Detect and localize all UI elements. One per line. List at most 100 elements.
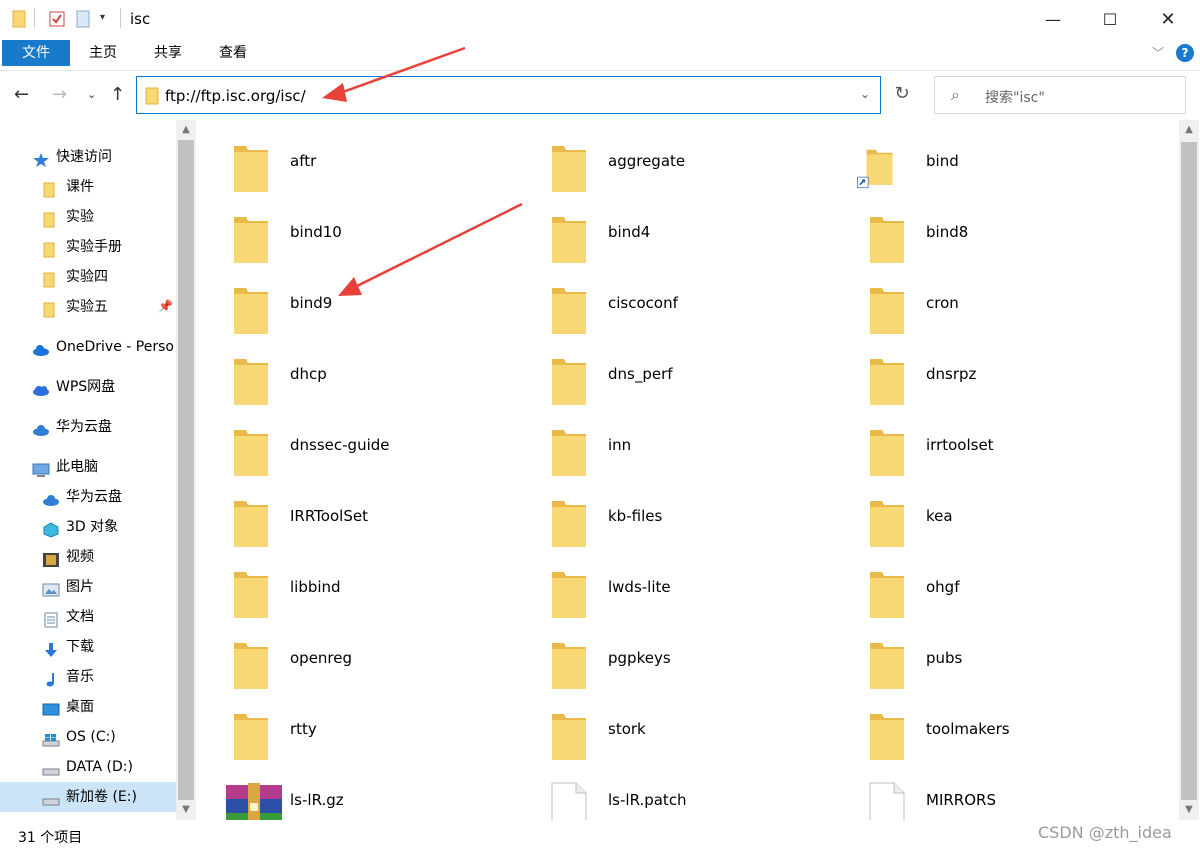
maximize-icon: ☐ xyxy=(1102,9,1118,29)
file-item-ls-lr-gz[interactable]: ls-lR.gz xyxy=(200,769,500,820)
file-name: kb-files xyxy=(608,507,663,525)
forward-button[interactable]: → xyxy=(52,84,67,105)
scroll-down-arrow-icon[interactable]: ▼ xyxy=(176,800,196,820)
folder-icon xyxy=(550,639,588,691)
folder-icon xyxy=(42,179,60,198)
sidebar-item-lab-manual[interactable]: 实验手册 xyxy=(42,232,172,262)
sidebar-item-courseware[interactable]: 课件 xyxy=(42,172,172,202)
file-item-ls-lr-patch[interactable]: ls-lR.patch xyxy=(518,769,818,820)
navigation-pane: 快速访问 课件 📌 实验 实验手册 实验四 实验五 OneDrive - Per… xyxy=(0,120,196,820)
sidebar-item-this-pc[interactable]: 此电脑 xyxy=(32,452,172,482)
address-bar[interactable]: ftp://ftp.isc.org/isc/ ⌄ xyxy=(136,76,881,114)
file-item-aftr[interactable]: aftr xyxy=(200,130,500,194)
file-item-bind8[interactable]: bind8 xyxy=(836,201,1136,265)
sidebar-item-experiment-4[interactable]: 实验四 xyxy=(42,262,172,292)
search-box[interactable]: ⌕ 搜索"isc" xyxy=(934,76,1186,114)
sidebar-item-experiment-5[interactable]: 实验五 xyxy=(42,292,172,322)
file-item-lwds-lite[interactable]: lwds-lite xyxy=(518,556,818,620)
file-item-libbind[interactable]: libbind xyxy=(200,556,500,620)
recent-locations-button[interactable]: ⌄ xyxy=(87,88,96,101)
search-input[interactable]: 搜索"isc" xyxy=(985,87,1045,107)
help-icon[interactable]: ? xyxy=(1176,44,1194,62)
sidebar-item-desktop[interactable]: 桌面 xyxy=(42,692,172,722)
cloud-icon xyxy=(32,339,50,356)
properties-icon[interactable] xyxy=(48,10,66,32)
file-item-dnsrpz[interactable]: dnsrpz xyxy=(836,343,1136,407)
folder-icon xyxy=(232,284,270,336)
file-name: toolmakers xyxy=(926,720,1010,738)
file-item-irrtoolset[interactable]: irrtoolset xyxy=(836,414,1136,478)
sidebar-item-huawei-cloud-pc[interactable]: 华为云盘 xyxy=(42,482,172,512)
scroll-up-arrow-icon[interactable]: ▲ xyxy=(176,120,196,140)
file-name: bind10 xyxy=(290,223,342,241)
file-item-openreg[interactable]: openreg xyxy=(200,627,500,691)
scroll-up-arrow-icon[interactable]: ▲ xyxy=(1179,120,1199,140)
sidebar-item-label: WPS网盘 xyxy=(56,379,116,395)
file-item-pubs[interactable]: pubs xyxy=(836,627,1136,691)
sidebar-item-wps[interactable]: WPS网盘 xyxy=(32,372,172,402)
maximize-button[interactable]: ☐ xyxy=(1087,0,1133,38)
sidebar-item-videos[interactable]: 视频 xyxy=(42,542,172,572)
sidebar-item-downloads[interactable]: 下载 xyxy=(42,632,172,662)
sidebar-item-drive-c[interactable]: OS (C:) xyxy=(42,722,172,752)
file-item-ohgf[interactable]: ohgf xyxy=(836,556,1136,620)
file-item-bind[interactable]: bind xyxy=(836,130,1136,194)
address-path[interactable]: ftp://ftp.isc.org/isc/ xyxy=(165,87,306,105)
cube-icon xyxy=(42,519,60,538)
sidebar-item-onedrive[interactable]: OneDrive - Perso xyxy=(32,332,176,362)
sidebar-item-experiment[interactable]: 实验 xyxy=(42,202,172,232)
sidebar-item-music[interactable]: 音乐 xyxy=(42,662,172,692)
scroll-down-arrow-icon[interactable]: ▼ xyxy=(1179,800,1199,820)
sidebar-scrollbar[interactable]: ▲ ▼ xyxy=(176,120,196,820)
file-item-bind4[interactable]: bind4 xyxy=(518,201,818,265)
sidebar-item-pictures[interactable]: 图片 xyxy=(42,572,172,602)
file-item-rtty[interactable]: rtty xyxy=(200,698,500,762)
file-item-dnssec-guide[interactable]: dnssec-guide xyxy=(200,414,500,478)
file-icon xyxy=(868,781,906,820)
file-item-mirrors[interactable]: MIRRORS xyxy=(836,769,1136,820)
minimize-button[interactable]: — xyxy=(1030,0,1076,38)
sidebar-item-label: 音乐 xyxy=(66,669,94,685)
content-scrollbar[interactable]: ▲ ▼ xyxy=(1179,120,1199,820)
up-button[interactable]: ↑ xyxy=(110,84,125,105)
file-item-stork[interactable]: stork xyxy=(518,698,818,762)
file-item-pgpkeys[interactable]: pgpkeys xyxy=(518,627,818,691)
back-button[interactable]: ← xyxy=(14,84,29,105)
sidebar-item-label: 华为云盘 xyxy=(56,419,112,435)
sidebar-item-3d-objects[interactable]: 3D 对象 xyxy=(42,512,172,542)
sidebar-item-quick-access[interactable]: 快速访问 xyxy=(32,142,172,172)
customize-toolbar-icon[interactable]: ▾ xyxy=(100,12,105,23)
expand-ribbon-icon[interactable]: ﹀ xyxy=(1152,44,1164,61)
document-icon xyxy=(42,609,60,628)
refresh-button[interactable]: ↻ xyxy=(887,79,917,109)
file-name: kea xyxy=(926,507,953,525)
file-item-dns-perf[interactable]: dns_perf xyxy=(518,343,818,407)
file-item-ciscoconf[interactable]: ciscoconf xyxy=(518,272,818,336)
scrollbar-thumb[interactable] xyxy=(1181,142,1197,800)
sidebar-item-drive-e[interactable]: 新加卷 (E:) xyxy=(0,782,176,812)
folder-icon xyxy=(868,568,906,620)
tab-share[interactable]: 共享 xyxy=(143,40,193,66)
close-button[interactable]: ✕ xyxy=(1145,0,1191,38)
file-item-bind9[interactable]: bind9 xyxy=(200,272,500,336)
file-item-inn[interactable]: inn xyxy=(518,414,818,478)
file-item-irrtoolset[interactable]: IRRToolSet xyxy=(200,485,500,549)
address-dropdown-icon[interactable]: ⌄ xyxy=(860,87,870,101)
new-folder-icon[interactable] xyxy=(76,10,90,32)
sidebar-item-huawei-cloud[interactable]: 华为云盘 xyxy=(32,412,172,442)
scrollbar-thumb[interactable] xyxy=(178,140,194,800)
file-item-toolmakers[interactable]: toolmakers xyxy=(836,698,1136,762)
file-item-kb-files[interactable]: kb-files xyxy=(518,485,818,549)
file-item-cron[interactable]: cron xyxy=(836,272,1136,336)
tab-home[interactable]: 主页 xyxy=(78,40,128,66)
file-item-aggregate[interactable]: aggregate xyxy=(518,130,818,194)
sidebar-item-label: 下载 xyxy=(66,639,94,655)
file-item-dhcp[interactable]: dhcp xyxy=(200,343,500,407)
sidebar-item-documents[interactable]: 文档 xyxy=(42,602,172,632)
tab-file[interactable]: 文件 xyxy=(2,40,70,66)
file-item-kea[interactable]: kea xyxy=(836,485,1136,549)
file-item-bind10[interactable]: bind10 xyxy=(200,201,500,265)
folder-icon xyxy=(42,209,60,228)
tab-view[interactable]: 查看 xyxy=(208,40,258,66)
sidebar-item-drive-d[interactable]: DATA (D:) xyxy=(42,752,172,782)
